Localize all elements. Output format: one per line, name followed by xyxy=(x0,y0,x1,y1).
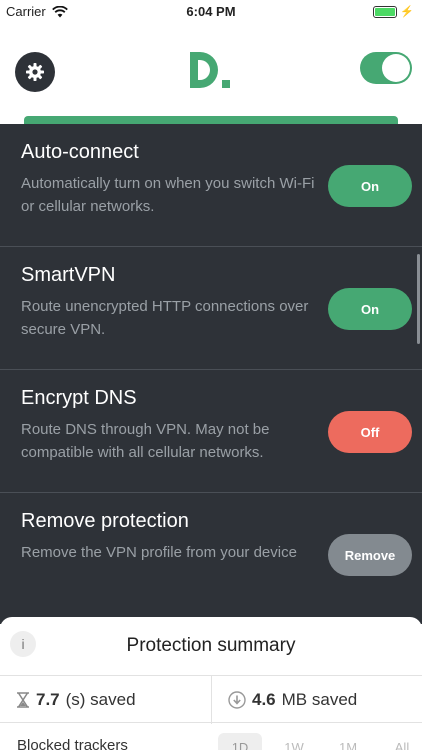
encrypt-dns-toggle-button[interactable]: Off xyxy=(328,411,412,453)
blocked-trackers-label: Blocked trackers xyxy=(17,737,128,750)
status-time: 6:04 PM xyxy=(186,4,236,19)
data-saved-label: MB saved xyxy=(281,690,358,709)
gear-icon xyxy=(26,63,44,81)
summary-stats: 7.7 (s) saved 4.6 MB saved xyxy=(0,675,422,724)
setting-description: Route unencrypted HTTP connections over … xyxy=(21,298,309,338)
time-saved-value: 7.7 xyxy=(36,690,60,709)
setting-title: Auto-connect xyxy=(21,141,139,163)
app-header xyxy=(0,24,422,124)
charging-bolt-icon: ⚡ xyxy=(400,6,414,18)
setting-description: Automatically turn on when you switch Wi… xyxy=(21,175,315,215)
summary-title: Protection summary xyxy=(126,635,296,656)
download-icon xyxy=(228,691,246,709)
setting-remove-protection: Remove protection Remove the VPN profile… xyxy=(0,493,422,616)
auto-connect-toggle-button[interactable]: On xyxy=(328,165,412,207)
remove-protection-button[interactable]: Remove xyxy=(328,534,412,576)
time-range-tabs: 1D 1W 1M All xyxy=(218,733,422,750)
setting-title: Remove protection xyxy=(21,510,189,532)
hourglass-icon xyxy=(17,692,29,708)
vpn-master-toggle[interactable] xyxy=(360,52,412,84)
setting-smartvpn: SmartVPN Route unencrypted HTTP connecti… xyxy=(0,247,422,370)
settings-button[interactable] xyxy=(15,52,55,92)
app-logo xyxy=(190,52,230,88)
protection-summary-sheet: i Protection summary 7.7 (s) saved 4.6 M… xyxy=(0,617,422,750)
setting-description: Route DNS through VPN. May not be compat… xyxy=(21,421,270,461)
scroll-indicator[interactable] xyxy=(417,254,420,344)
stat-divider xyxy=(211,676,212,724)
tab-range-1d[interactable]: 1D xyxy=(218,733,262,750)
battery-indicator: ⚡ xyxy=(373,5,414,18)
smartvpn-toggle-button[interactable]: On xyxy=(328,288,412,330)
data-saved-stat: 4.6 MB saved xyxy=(228,676,357,724)
settings-panel: Auto-connect Automatically turn on when … xyxy=(0,124,422,624)
setting-title: Encrypt DNS xyxy=(21,387,137,409)
setting-title: SmartVPN xyxy=(21,264,116,286)
time-saved-label: (s) saved xyxy=(65,690,136,709)
tab-range-1w[interactable]: 1W xyxy=(272,733,316,750)
toggle-knob xyxy=(382,54,410,82)
status-bar: Carrier 6:04 PM ⚡ xyxy=(0,0,422,24)
tab-range-all[interactable]: All xyxy=(380,733,422,750)
setting-encrypt-dns: Encrypt DNS Route DNS through VPN. May n… xyxy=(0,370,422,493)
battery-icon xyxy=(373,5,398,18)
tab-range-1m[interactable]: 1M xyxy=(326,733,370,750)
data-saved-value: 4.6 xyxy=(252,690,276,709)
setting-description: Remove the VPN profile from your device xyxy=(21,544,297,561)
setting-auto-connect: Auto-connect Automatically turn on when … xyxy=(0,124,422,247)
status-strip xyxy=(24,116,398,124)
time-saved-stat: 7.7 (s) saved xyxy=(16,676,136,724)
